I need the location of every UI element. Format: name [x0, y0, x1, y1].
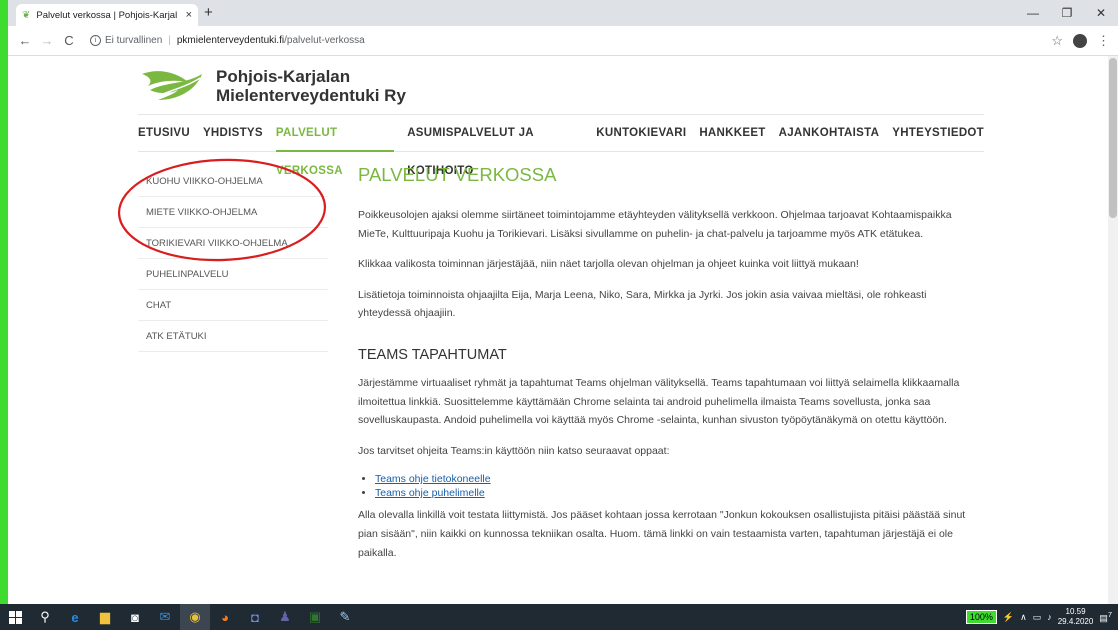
nav-kuntokievari[interactable]: KUNTOKIEVARI — [596, 114, 686, 152]
list-item: Teams ohje tietokoneelle — [375, 472, 978, 486]
discord-icon[interactable]: ◘ — [240, 604, 270, 630]
new-tab-button[interactable]: + — [204, 4, 213, 22]
power-icon[interactable]: ⚡ — [1003, 612, 1014, 623]
logo-line-2: Mielenterveydentuki Ry — [216, 86, 406, 105]
windows-logo-icon — [8, 610, 22, 624]
info-icon[interactable]: i — [90, 35, 101, 46]
clock[interactable]: 10.59 29.4.2020 — [1058, 607, 1094, 627]
windows-taskbar: ⚲ e ▆ ◙ ✉ ◉ ◕ ◘ ♟ ▣ ✎ 100% ⚡ ∧ ▭ ♪ 10.59… — [0, 604, 1118, 630]
red-hand-drawn-circle — [117, 158, 327, 262]
toolbar-right: ☆ ⋮ — [1051, 33, 1110, 49]
window-controls: — ❐ ✕ — [1016, 0, 1118, 26]
firefox-icon[interactable]: ◕ — [210, 604, 240, 630]
maximize-button[interactable]: ❐ — [1050, 0, 1084, 26]
browser-chrome: ❦ Palvelut verkossa | Pohjois-Karjal × +… — [8, 0, 1118, 56]
contact-paragraph: Lisätietoja toiminnoista ohjaajilta Eija… — [358, 288, 927, 320]
guides-list: Teams ohje tietokoneelle Teams ohje puhe… — [375, 472, 978, 500]
notification-count: 7 — [1107, 610, 1112, 619]
url-path: /palvelut-verkossa — [284, 35, 365, 46]
page-scrollbar[interactable] — [1108, 56, 1118, 604]
notifications-icon[interactable]: ▤7 — [1099, 610, 1112, 624]
teams-guide-phone-link[interactable]: Teams ohje puhelimelle — [375, 487, 485, 499]
minimize-button[interactable]: — — [1016, 0, 1050, 26]
tab-strip: ❦ Palvelut verkossa | Pohjois-Karjal × +… — [8, 0, 1118, 26]
tab-title: Palvelut verkossa | Pohjois-Karjal — [36, 9, 178, 21]
teams-guide-computer-link[interactable]: Teams ohje tietokoneelle — [375, 473, 491, 485]
clock-time: 10.59 — [1065, 607, 1086, 616]
teams-icon[interactable]: ♟ — [270, 604, 300, 630]
profile-avatar-icon[interactable] — [1073, 33, 1087, 48]
battery-indicator[interactable]: 100% — [965, 610, 997, 624]
system-tray: 100% ⚡ ∧ ▭ ♪ 10.59 29.4.2020 ▤7 — [965, 604, 1112, 630]
sidebar-item-atk-etatuki[interactable]: ATK ETÄTUKI — [138, 321, 328, 352]
nav-ajankohtaista[interactable]: AJANKOHTAISTA — [779, 114, 880, 152]
search-icon[interactable]: ⚲ — [30, 604, 60, 630]
site-favicon-icon: ❦ — [22, 9, 31, 21]
page-title: PALVELUT VERKOSSA — [358, 164, 557, 185]
url-host: pkmielenterveydentuki.fi — [176, 35, 285, 46]
sidebar-item-puhelinpalvelu[interactable]: PUHELINPALVELU — [138, 259, 328, 290]
guides-paragraph: Jos tarvitset ohjeita Teams:in käyttöön … — [358, 444, 670, 457]
app-icon[interactable]: ✎ — [330, 604, 360, 630]
security-label: Ei turvallinen — [105, 35, 163, 46]
project-icon[interactable]: ▣ — [300, 604, 330, 630]
volume-icon[interactable]: ♪ — [1047, 612, 1052, 622]
browser-menu-icon[interactable]: ⋮ — [1097, 33, 1110, 49]
mail-icon[interactable]: ✉ — [150, 604, 180, 630]
nav-palvelut-verkossa[interactable]: PALVELUT VERKOSSA — [275, 114, 395, 177]
edge-icon[interactable]: e — [60, 604, 90, 630]
close-window-button[interactable]: ✕ — [1084, 0, 1118, 26]
nav-asumispalvelut[interactable]: ASUMISPALVELUT JA KOTIHOITO — [407, 114, 583, 177]
store-icon[interactable]: ◙ — [120, 604, 150, 630]
chevron-up-icon[interactable]: ∧ — [1020, 612, 1027, 623]
list-item: Teams ohje puhelimelle — [375, 486, 978, 500]
address-bar[interactable]: i Ei turvallinen | pkmielenterveydentuki… — [90, 35, 365, 46]
intro-paragraph: Poikkeusolojen ajaksi olemme siirtäneet … — [358, 209, 952, 240]
main-content: PALVELUT VERKOSSA Poikkeusolojen ajaksi … — [358, 164, 978, 574]
instruction-paragraph: Klikkaa valikosta toiminnan järjestäjää,… — [358, 258, 859, 271]
reload-button[interactable]: C — [58, 33, 80, 48]
web-page: Pohjois-Karjalan Mielenterveydentuki Ry … — [8, 56, 1118, 604]
network-icon[interactable]: ▭ — [1033, 612, 1042, 623]
browser-toolbar: ← → C i Ei turvallinen | pkmielenterveyd… — [8, 26, 1118, 56]
main-navigation: ETUSIVU YHDISTYS PALVELUT VERKOSSA ASUMI… — [138, 114, 984, 177]
nav-hankkeet[interactable]: HANKKEET — [699, 114, 765, 152]
back-button[interactable]: ← — [14, 33, 36, 48]
tab-close-icon[interactable]: × — [186, 9, 192, 21]
logo-text: Pohjois-Karjalan Mielenterveydentuki Ry — [216, 67, 406, 105]
teams-heading: TEAMS TAPAHTUMAT — [358, 346, 507, 363]
browser-tab[interactable]: ❦ Palvelut verkossa | Pohjois-Karjal × — [16, 4, 198, 26]
bookmark-star-icon[interactable]: ☆ — [1051, 33, 1063, 49]
nav-yhdistys[interactable]: YHDISTYS — [203, 114, 263, 152]
clock-date: 29.4.2020 — [1057, 617, 1094, 626]
scrollbar-thumb[interactable] — [1109, 58, 1117, 218]
sidebar-item-chat[interactable]: CHAT — [138, 290, 328, 321]
forward-button[interactable]: → — [36, 33, 58, 48]
start-button[interactable] — [0, 604, 30, 630]
address-separator: | — [168, 35, 171, 46]
nav-yhteystiedot[interactable]: YHTEYSTIEDOT — [892, 114, 984, 152]
site-logo[interactable]: Pohjois-Karjalan Mielenterveydentuki Ry — [138, 66, 406, 106]
test-link-paragraph: Alla olevalla linkillä voit testata liit… — [358, 509, 966, 559]
leaf-logo-icon — [142, 71, 202, 100]
teams-paragraph: Järjestämme virtuaaliset ryhmät ja tapah… — [358, 376, 960, 427]
logo-line-1: Pohjois-Karjalan — [216, 67, 351, 86]
nav-etusivu[interactable]: ETUSIVU — [138, 114, 190, 152]
file-explorer-icon[interactable]: ▆ — [90, 604, 120, 630]
chrome-icon[interactable]: ◉ — [180, 604, 210, 630]
